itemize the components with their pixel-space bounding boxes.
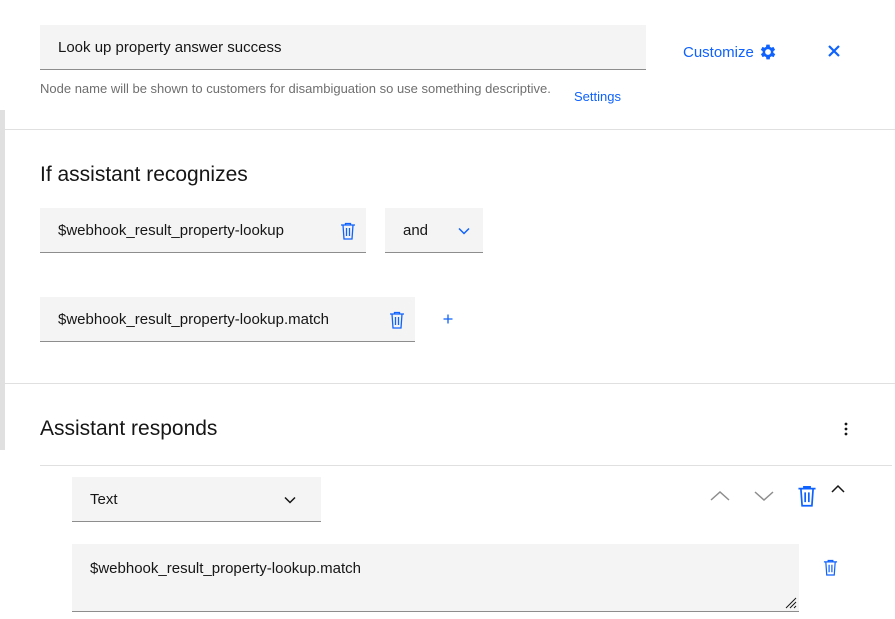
condition-input[interactable]: $webhook_result_property-lookup.match (40, 297, 415, 342)
condition-input[interactable]: $webhook_result_property-lookup (40, 208, 366, 253)
resize-grip-icon[interactable] (781, 593, 797, 609)
add-condition-plus-icon[interactable] (440, 311, 456, 327)
overflow-menu-icon[interactable] (838, 419, 854, 439)
trash-icon[interactable] (823, 559, 838, 576)
conditions-title: If assistant recognizes (40, 163, 248, 186)
section-divider (5, 383, 895, 384)
trash-icon[interactable] (340, 222, 356, 240)
condition-value: $webhook_result_property-lookup (58, 221, 284, 239)
settings-link[interactable]: Settings (574, 89, 621, 104)
node-name-helper-text: Node name will be shown to customers for… (40, 81, 551, 96)
move-down-chevron-icon[interactable] (753, 488, 775, 504)
chevron-down-icon (284, 496, 296, 504)
node-name-input[interactable]: Look up property answer success (40, 25, 646, 70)
move-up-chevron-icon[interactable] (709, 488, 731, 504)
condition-value: $webhook_result_property-lookup.match (58, 310, 329, 328)
response-text-area[interactable]: $webhook_result_property-lookup.match (72, 544, 799, 612)
collapse-chevron-up-icon[interactable] (830, 482, 846, 496)
response-type-select[interactable]: Text (72, 477, 321, 522)
response-text-value: $webhook_result_property-lookup.match (90, 560, 361, 577)
customize-label: Customize (683, 43, 754, 61)
trash-icon[interactable] (797, 485, 817, 507)
trash-icon[interactable] (389, 311, 405, 329)
condition-operator-select[interactable]: and (385, 208, 483, 253)
response-type-value: Text (90, 490, 118, 508)
customize-button[interactable]: Customize (683, 40, 778, 64)
operator-value: and (403, 221, 429, 239)
section-divider (5, 129, 895, 130)
gear-icon (760, 44, 776, 60)
left-rail (0, 110, 5, 450)
responses-title: Assistant responds (40, 417, 218, 440)
close-icon[interactable] (826, 43, 842, 59)
chevron-down-icon (458, 227, 470, 235)
response-divider (40, 465, 892, 466)
